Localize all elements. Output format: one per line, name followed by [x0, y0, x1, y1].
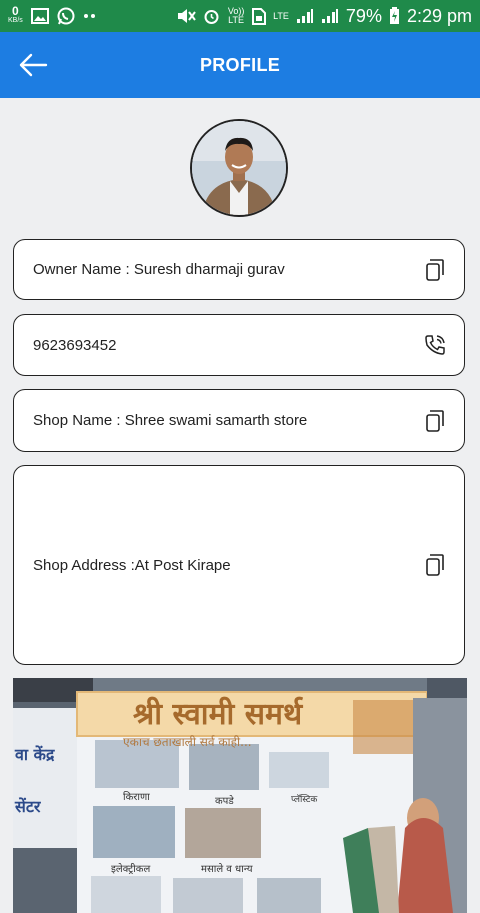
copy-icon[interactable]: [426, 409, 444, 432]
alarm-icon: [204, 9, 219, 24]
battery-percentage: 79%: [345, 5, 382, 26]
network-speed: 0 KB/s: [8, 4, 23, 25]
volte-indicator: Vo)) LTE: [227, 6, 245, 25]
gallery-icon: [30, 8, 49, 24]
copy-icon[interactable]: [426, 554, 444, 576]
copy-owner-name-button[interactable]: [424, 258, 446, 282]
category-label-4: इलेक्ट्रीकल: [111, 863, 150, 875]
category-label-3: प्लॅस्टिक: [291, 793, 318, 805]
more-notifications-icon: [83, 14, 95, 18]
shop-photo: श्री स्वामी समर्थ एकाच छताखाली सर्व काही…: [13, 678, 467, 913]
clock: 2:29 pm: [406, 5, 472, 26]
network-speed-unit: KB/s: [8, 17, 23, 24]
signal-icon-1: [296, 9, 313, 23]
status-bar: 0 KB/s Vo)) LTE LTE 79% 2:29 pm: [0, 0, 480, 32]
shop-signboard-image: श्री स्वामी समर्थ एकाच छताखाली सर्व काही…: [13, 678, 467, 913]
owner-name: Owner Name : Suresh dharmaji gurav: [33, 261, 285, 278]
phone-call-icon[interactable]: [424, 334, 446, 356]
copy-shop-address-button[interactable]: [424, 553, 446, 577]
category-label-5: मसाले व धान्य: [201, 863, 253, 875]
status-bar-left: 0 KB/s: [8, 4, 97, 25]
battery-charging-icon: [389, 7, 399, 24]
back-arrow-icon[interactable]: [18, 52, 48, 78]
shop-name-card: Shop Name : Shree swami samarth store: [13, 389, 465, 452]
side-sign-text-1: वा केंद्र: [14, 745, 55, 764]
category-label-1: किराणा: [123, 791, 150, 803]
category-label-2: कपडे: [215, 795, 234, 807]
shop-address: Shop Address :At Post Kirape: [33, 556, 231, 574]
lte-indicator: LTE: [273, 10, 289, 21]
sign-tagline: एकाच छताखाली सर्व काही...: [123, 735, 252, 749]
status-bar-right: Vo)) LTE LTE 79% 2:29 pm: [176, 6, 472, 27]
phone-card: 9623693452: [13, 314, 465, 376]
shop-address-card: Shop Address :At Post Kirape: [13, 465, 465, 665]
owner-name-card: Owner Name : Suresh dharmaji gurav: [13, 239, 465, 300]
copy-icon[interactable]: [426, 258, 444, 281]
profile-photo: [192, 121, 286, 215]
sign-title: श्री स्वामी समर्थ: [133, 696, 304, 732]
copy-shop-name-button[interactable]: [424, 409, 446, 433]
mute-icon: [178, 9, 196, 23]
network-speed-value: 0: [12, 4, 19, 18]
side-sign-text-2: सेंटर: [14, 797, 42, 816]
phone-number: 9623693452: [33, 336, 117, 354]
app-header: PROFILE: [0, 32, 480, 98]
page-title: PROFILE: [199, 54, 281, 75]
sim-icon: [252, 7, 267, 25]
profile-avatar: [190, 119, 288, 217]
signal-icon-2: [321, 9, 338, 23]
shop-name: Shop Name : Shree swami samarth store: [33, 412, 308, 429]
whatsapp-icon: [57, 7, 75, 25]
call-button[interactable]: [424, 333, 446, 357]
